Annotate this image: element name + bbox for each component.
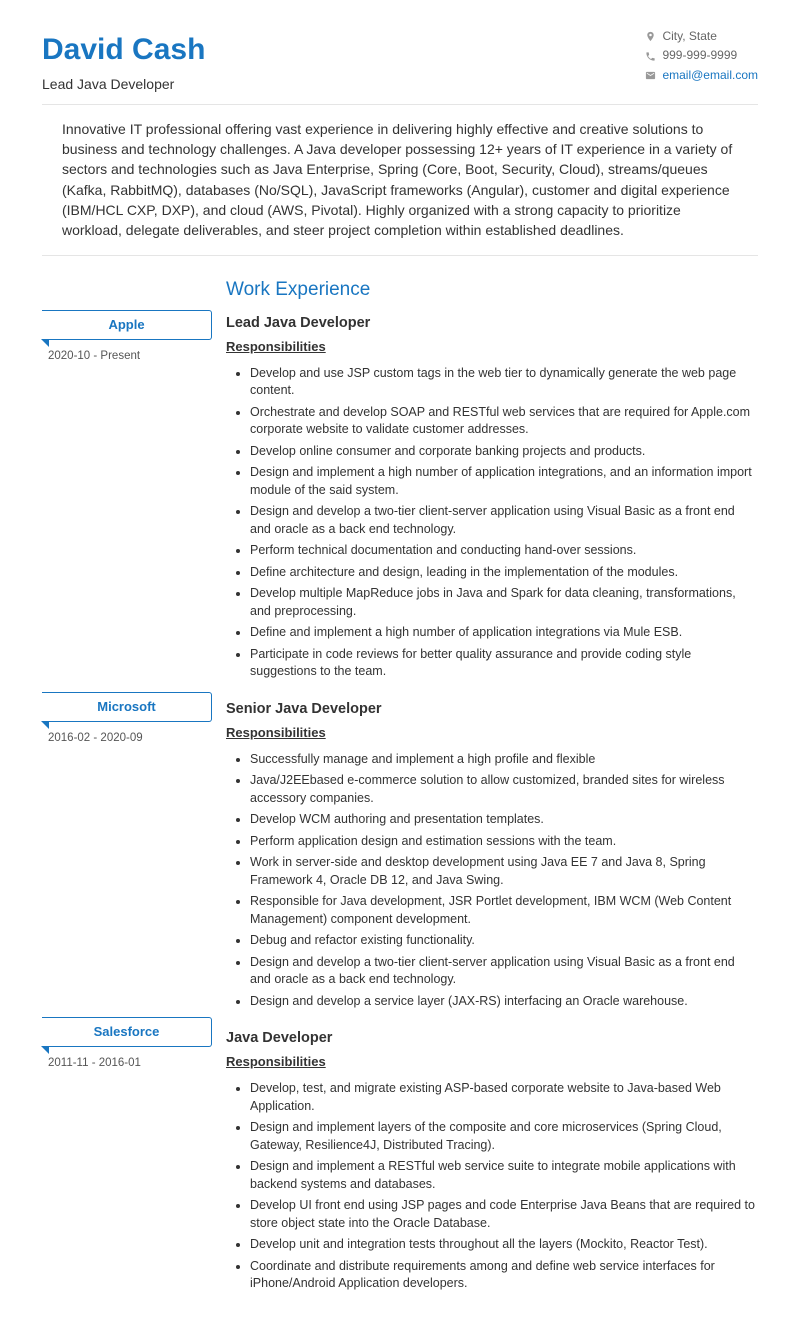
main-content: Work Experience Lead Java Developer Respo… [212, 276, 758, 1311]
summary: Innovative IT professional offering vast… [42, 119, 758, 256]
responsibilities-heading: Responsibilities [226, 724, 758, 743]
company-tag: Apple [42, 310, 212, 341]
job-entry: Lead Java Developer Responsibilities Devel… [226, 313, 758, 681]
list-item: Work in server-side and desktop developm… [250, 854, 758, 889]
job-title: Senior Java Developer [226, 699, 758, 720]
list-item: Design and implement a RESTful web servi… [250, 1158, 758, 1193]
list-item: Design and implement layers of the compo… [250, 1119, 758, 1154]
list-item: Coordinate and distribute requirements a… [250, 1258, 758, 1293]
company-tag: Microsoft [42, 692, 212, 723]
list-item: Develop, test, and migrate existing ASP-… [250, 1080, 758, 1115]
candidate-name: David Cash [42, 28, 205, 72]
header: David Cash Lead Java Developer City, Sta… [42, 28, 758, 105]
responsibilities-heading: Responsibilities [226, 1053, 758, 1072]
list-item: Responsible for Java development, JSR Po… [250, 893, 758, 928]
list-item: Java/J2EEbased e-commerce solution to al… [250, 772, 758, 807]
location-icon [645, 31, 656, 42]
job-title: Java Developer [226, 1028, 758, 1049]
candidate-title: Lead Java Developer [42, 74, 205, 94]
email-icon [645, 70, 656, 81]
contact-email[interactable]: email@email.com [662, 67, 758, 84]
job-title: Lead Java Developer [226, 313, 758, 334]
company-block: Apple 2020-10 - Present [42, 310, 212, 678]
list-item: Perform technical documentation and cond… [250, 542, 758, 560]
sidebar: Apple 2020-10 - Present Microsoft 2016-02 -… [42, 276, 212, 1311]
phone-icon [645, 51, 656, 62]
list-item: Debug and refactor existing functionalit… [250, 932, 758, 950]
section-title: Work Experience [226, 276, 758, 304]
list-item: Develop and use JSP custom tags in the w… [250, 365, 758, 400]
list-item: Develop unit and integration tests throu… [250, 1236, 758, 1254]
responsibilities-list: Develop and use JSP custom tags in the w… [226, 365, 758, 681]
list-item: Define architecture and design, leading … [250, 564, 758, 582]
list-item: Perform application design and estimatio… [250, 833, 758, 851]
contact-location: City, State [662, 28, 716, 45]
list-item: Participate in code reviews for better q… [250, 646, 758, 681]
responsibilities-list: Successfully manage and implement a high… [226, 751, 758, 1011]
list-item: Successfully manage and implement a high… [250, 751, 758, 769]
job-entry: Java Developer Responsibilities Develop, t… [226, 1028, 758, 1292]
list-item: Develop multiple MapReduce jobs in Java … [250, 585, 758, 620]
date-range: 2011-11 - 2016-01 [48, 1055, 212, 1072]
responsibilities-heading: Responsibilities [226, 338, 758, 357]
list-item: Design and develop a two-tier client-ser… [250, 503, 758, 538]
list-item: Design and develop a two-tier client-ser… [250, 954, 758, 989]
list-item: Design and implement a high number of ap… [250, 464, 758, 499]
date-range: 2016-02 - 2020-09 [48, 730, 212, 747]
responsibilities-list: Develop, test, and migrate existing ASP-… [226, 1080, 758, 1293]
job-entry: Senior Java Developer Responsibilities Suc… [226, 699, 758, 1010]
company-block: Salesforce 2011-11 - 2016-01 [42, 1017, 212, 1281]
company-block: Microsoft 2016-02 - 2020-09 [42, 692, 212, 1003]
list-item: Develop WCM authoring and presentation t… [250, 811, 758, 829]
list-item: Develop UI front end using JSP pages and… [250, 1197, 758, 1232]
contact-block: City, State 999-999-9999 email@email.com [645, 28, 758, 86]
list-item: Define and implement a high number of ap… [250, 624, 758, 642]
company-tag: Salesforce [42, 1017, 212, 1048]
list-item: Design and develop a service layer (JAX-… [250, 993, 758, 1011]
list-item: Orchestrate and develop SOAP and RESTful… [250, 404, 758, 439]
date-range: 2020-10 - Present [48, 348, 212, 365]
list-item: Develop online consumer and corporate ba… [250, 443, 758, 461]
contact-phone: 999-999-9999 [662, 47, 737, 64]
